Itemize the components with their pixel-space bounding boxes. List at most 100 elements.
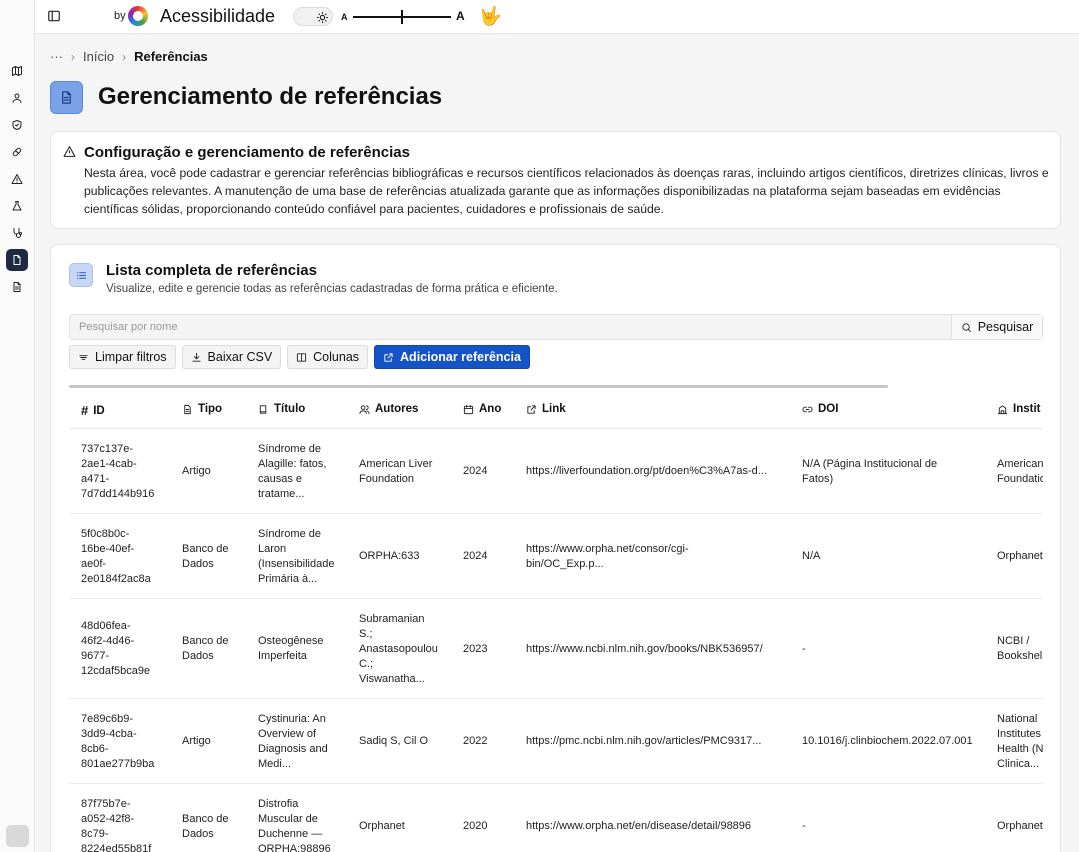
cell-id: 5f0c8b0c- 16be-40ef-ae0f- 2e0184f2ac8a xyxy=(81,527,151,585)
flask-icon[interactable] xyxy=(6,195,28,217)
cell-autores: Subramanian S.; Anastasopoulou C.; Viswanath… xyxy=(359,612,438,685)
cell-link[interactable]: https://www.ncbi.nlm.nih.gov/books/NBK53… xyxy=(526,609,786,689)
chevron-right-icon: › xyxy=(71,49,75,64)
cell-ano: 2020 xyxy=(463,820,488,832)
search-button-label: Pesquisar xyxy=(977,320,1034,334)
pill-icon[interactable] xyxy=(6,141,28,163)
cell-id: 87f75b7e-a052-42f8- 8c79- 8224ed55b81f xyxy=(81,797,152,852)
stethoscope-icon[interactable] xyxy=(6,222,28,244)
cell-ano: 2024 xyxy=(463,465,488,477)
column-header-titulo[interactable]: Título xyxy=(258,403,305,415)
font-size-slider-thumb[interactable] xyxy=(401,10,403,24)
clear-filters-button[interactable]: Limpar filtros xyxy=(69,345,176,369)
cell-doi: - xyxy=(802,642,806,655)
cell-instituicao: Orphanet xyxy=(997,820,1043,832)
sun-icon xyxy=(314,9,330,25)
cell-link[interactable]: https://www.orpha.net/consor/cgi-bin/OC_… xyxy=(526,524,786,589)
filter-lines-icon xyxy=(79,354,88,360)
references-table: # ID Tipo Título Autores Ano Link DOI Ins… xyxy=(69,391,1043,852)
table-toolbar: Limpar filtros Baixar CSV Colunas Adicio… xyxy=(69,345,530,369)
warning-icon xyxy=(63,145,77,159)
columns-icon xyxy=(297,352,307,362)
page-document-icon xyxy=(50,81,83,114)
table-row[interactable]: 7e89c6b9- 3dd9-4cba- 8cb6- 801ae277b9ba Art… xyxy=(69,699,1043,784)
book-icon xyxy=(259,404,267,414)
cell-id: 737c137e- 2ae1-4cab-a471- 7d7dd144b916 xyxy=(81,442,155,500)
search-bar: Pesquisar xyxy=(69,314,1043,340)
calendar-icon xyxy=(463,404,474,414)
column-header-id[interactable]: # ID xyxy=(81,403,105,418)
building-icon xyxy=(997,404,1008,414)
cell-link[interactable]: https://www.orpha.net/en/disease/detail/… xyxy=(526,794,786,852)
cell-doi: 10.1016/j.clinbiochem.2022.07.001 xyxy=(802,735,973,747)
cell-instituicao: NCBI / Bookshel xyxy=(997,635,1043,662)
cell-autores: Orphanet xyxy=(359,820,405,832)
alert-icon[interactable] xyxy=(6,168,28,190)
cell-link[interactable]: https://liverfoundation.org/pt/doen%C3%A… xyxy=(526,439,786,504)
top-bar: by Acessibilidade A A 🤟 xyxy=(35,0,1079,34)
breadcrumb-home[interactable]: Início xyxy=(83,49,114,64)
chevron-right-icon: › xyxy=(122,49,127,64)
accessibility-title: Acessibilidade xyxy=(160,6,276,26)
cell-ano: 2023 xyxy=(463,642,488,655)
cell-tipo: Banco de Dados xyxy=(182,812,229,840)
cell-doi: N/A (Página Institucional de Fatos) xyxy=(802,457,938,485)
hash-icon: # xyxy=(81,403,89,418)
cell-id: 48d06fea- 46f2-4d46- 9677- 12cdaf5bca9e xyxy=(81,620,151,677)
search-input[interactable] xyxy=(70,315,952,339)
table-row[interactable]: 48d06fea- 46f2-4d46- 9677- 12cdaf5bca9e Ban… xyxy=(69,599,1043,699)
cell-tipo: Banco de Dados xyxy=(182,542,229,570)
columns-button[interactable]: Colunas xyxy=(287,345,369,369)
table-row[interactable]: 87f75b7e-a052-42f8- 8c79- 8224ed55b81f Ban… xyxy=(69,784,1043,852)
left-nav-rail xyxy=(0,0,35,852)
map-icon[interactable] xyxy=(6,60,28,82)
brand-logo-icon xyxy=(128,6,148,26)
columns-label: Colunas xyxy=(313,350,360,364)
list-subtitle: Visualize, edite e gerencie todas as ref… xyxy=(106,283,558,295)
cell-instituicao: National Institutes Health (N Clinica... xyxy=(997,712,1043,770)
cell-doi: N/A xyxy=(802,550,821,562)
font-decrease-label[interactable]: A xyxy=(341,12,348,22)
user-icon[interactable] xyxy=(6,87,28,109)
font-increase-label[interactable]: A xyxy=(456,9,465,23)
column-header-tipo[interactable]: Tipo xyxy=(182,403,222,415)
contrast-toggle[interactable] xyxy=(293,7,333,26)
font-size-slider[interactable] xyxy=(353,10,451,24)
download-csv-label: Baixar CSV xyxy=(207,350,273,364)
column-header-doi[interactable]: DOI xyxy=(802,403,838,415)
sign-language-icon[interactable]: 🤟 xyxy=(479,5,503,27)
shield-icon[interactable] xyxy=(6,114,28,136)
cell-autores: ORPHA:633 xyxy=(359,550,420,562)
breadcrumb-more[interactable]: ··· xyxy=(50,49,63,64)
document-text-icon[interactable] xyxy=(6,276,28,298)
cell-instituicao: American Foundatio xyxy=(997,457,1043,485)
cell-titulo: Cystinuria: An Overview of Diagnosis and Me… xyxy=(258,712,328,770)
search-icon xyxy=(962,322,971,332)
column-header-link[interactable]: Link xyxy=(526,403,566,415)
by-label: by xyxy=(114,10,126,22)
users-icon xyxy=(359,404,370,414)
list-title: Lista completa de referências xyxy=(106,262,317,279)
table-row[interactable]: 737c137e- 2ae1-4cab-a471- 7d7dd144b916 Art… xyxy=(69,429,1043,514)
add-reference-button[interactable]: Adicionar referência xyxy=(374,345,530,369)
info-text: Nesta área, você pode cadastrar e gerenc… xyxy=(84,166,1049,216)
references-list-card: Lista completa de referências Visualize,… xyxy=(50,244,1061,852)
external-link-icon xyxy=(527,404,536,414)
breadcrumb: ··· › Início › Referências xyxy=(50,49,208,64)
list-icon xyxy=(69,263,93,287)
column-header-autores[interactable]: Autores xyxy=(359,403,418,415)
cell-tipo: Artigo xyxy=(182,465,211,477)
cell-link[interactable]: https://pmc.ncbi.nlm.nih.gov/articles/PM… xyxy=(526,709,786,774)
column-header-ano[interactable]: Ano xyxy=(463,403,501,415)
download-csv-button[interactable]: Baixar CSV xyxy=(181,345,282,369)
file-icon[interactable] xyxy=(6,249,28,271)
table-row[interactable]: 5f0c8b0c- 16be-40ef-ae0f- 2e0184f2ac8a Ban… xyxy=(69,514,1043,599)
horizontal-scrollbar[interactable] xyxy=(69,385,888,388)
column-header-instituicao[interactable]: Instit xyxy=(997,403,1040,415)
sidebar-toggle-icon[interactable] xyxy=(47,9,63,25)
avatar[interactable] xyxy=(6,825,29,847)
cell-ano: 2024 xyxy=(463,550,488,562)
search-button[interactable]: Pesquisar xyxy=(951,315,1042,339)
download-icon xyxy=(191,352,201,362)
table-header: # ID Tipo Título Autores Ano Link DOI Ins… xyxy=(69,391,1043,429)
